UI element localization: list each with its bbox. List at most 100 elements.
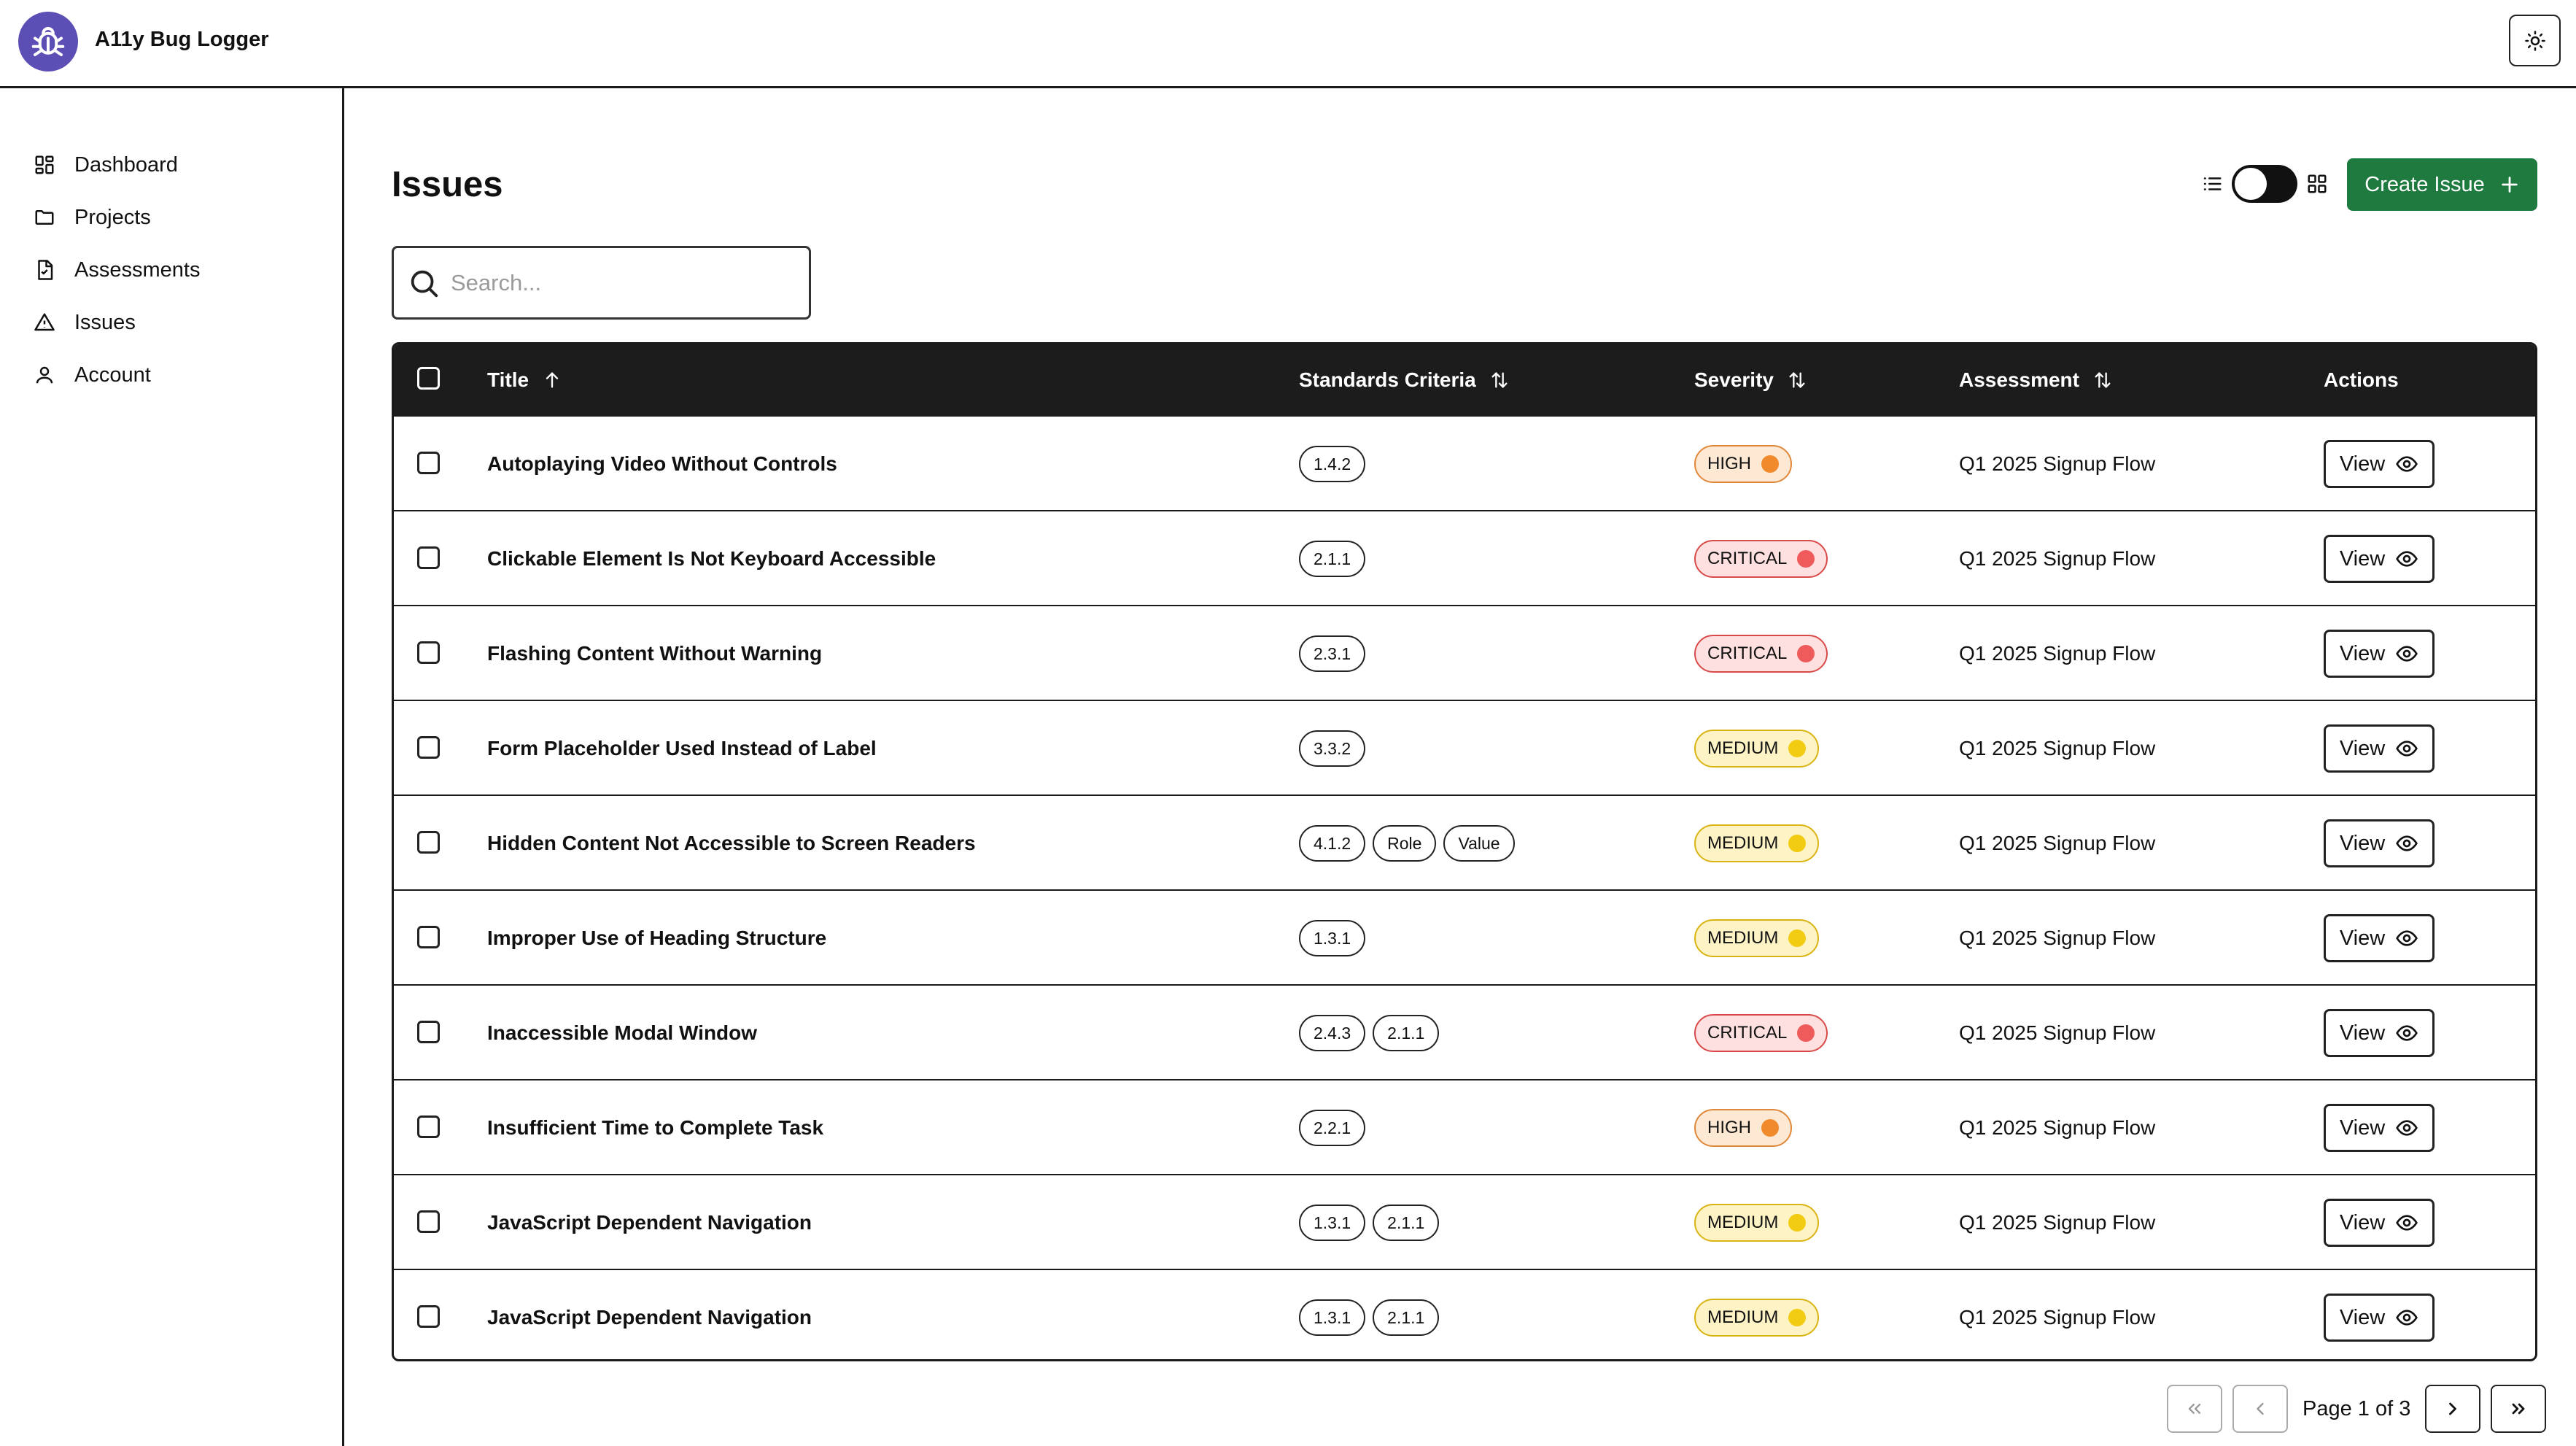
sidebar-item-label: Account xyxy=(74,363,151,387)
table-row: Insufficient Time to Complete Task 2.2.1 H… xyxy=(394,1079,2535,1175)
previous-page-button[interactable] xyxy=(2232,1385,2288,1433)
criteria-pill: 2.2.1 xyxy=(1299,1110,1366,1146)
view-button[interactable]: View xyxy=(2324,1104,2435,1152)
first-page-button[interactable] xyxy=(2167,1385,2222,1433)
criteria-list: 1.3.1 xyxy=(1299,891,1366,986)
issues-table: Title Standards Criteria Severity Assess… xyxy=(392,342,2537,1361)
row-checkbox[interactable] xyxy=(417,546,440,569)
row-checkbox[interactable] xyxy=(417,1116,440,1138)
severity-badge: MEDIUM xyxy=(1694,730,1820,768)
severity-badge: HIGH xyxy=(1694,1109,1792,1147)
column-assessment[interactable]: Assessment xyxy=(1959,344,2113,415)
list-view-icon[interactable] xyxy=(2201,173,2223,195)
criteria-pill: 2.3.1 xyxy=(1299,635,1366,672)
search-input[interactable] xyxy=(451,269,786,296)
view-label: View xyxy=(2339,1210,2386,1234)
row-checkbox[interactable] xyxy=(417,452,440,474)
issue-title: Hidden Content Not Accessible to Screen … xyxy=(487,832,976,854)
issue-title: Flashing Content Without Warning xyxy=(487,642,823,665)
table-row: Clickable Element Is Not Keyboard Access… xyxy=(394,510,2535,605)
next-page-button[interactable] xyxy=(2425,1385,2481,1433)
sort-icon xyxy=(1491,371,1508,388)
grid-view-icon[interactable] xyxy=(2306,173,2328,195)
view-label: View xyxy=(2339,926,2386,950)
severity-dot-icon xyxy=(1788,1309,1807,1326)
row-checkbox[interactable] xyxy=(417,1021,440,1043)
sidebar-item-label: Assessments xyxy=(74,258,201,282)
chevron-left-icon xyxy=(2257,1402,2264,1415)
sidebar-item-issues[interactable]: Issues xyxy=(34,305,136,340)
severity-label: MEDIUM xyxy=(1707,1213,1779,1232)
severity-dot-icon xyxy=(1797,645,1815,662)
view-button[interactable]: View xyxy=(2324,914,2435,962)
row-checkbox[interactable] xyxy=(417,1305,440,1328)
sidebar-item-dashboard[interactable]: Dashboard xyxy=(34,147,178,182)
view-button[interactable]: View xyxy=(2324,819,2435,867)
column-severity[interactable]: Severity xyxy=(1694,344,1807,415)
row-checkbox[interactable] xyxy=(417,1210,440,1233)
actions-cell: View xyxy=(2324,891,2435,986)
criteria-pill: 2.1.1 xyxy=(1299,541,1366,577)
bug-logo-icon[interactable] xyxy=(18,12,78,71)
criteria-list: 2.4.3 2.1.1 xyxy=(1299,986,1440,1080)
column-title-label: Title xyxy=(487,368,529,391)
row-checkbox[interactable] xyxy=(417,831,440,854)
severity-label: CRITICAL xyxy=(1707,1023,1788,1043)
actions-cell: View xyxy=(2324,1080,2435,1175)
eye-icon xyxy=(2396,741,2418,757)
page-title: Issues xyxy=(392,165,503,204)
folder-icon xyxy=(35,210,54,225)
issue-title: Insufficient Time to Complete Task xyxy=(487,1116,824,1139)
plus-icon xyxy=(2501,177,2518,193)
sidebar-item-projects[interactable]: Projects xyxy=(34,200,151,235)
column-assessment-label: Assessment xyxy=(1959,368,2079,391)
issue-title: Clickable Element Is Not Keyboard Access… xyxy=(487,547,936,570)
create-issue-button[interactable]: Create Issue xyxy=(2347,158,2537,211)
eye-icon xyxy=(2396,1215,2418,1231)
sidebar: Dashboard Projects Assessments Issues Ac… xyxy=(0,88,344,1446)
sidebar-item-account[interactable]: Account xyxy=(34,357,151,393)
column-standards-criteria[interactable]: Standards Criteria xyxy=(1299,344,1510,415)
actions-cell: View xyxy=(2324,1270,2435,1359)
view-button[interactable]: View xyxy=(2324,630,2435,678)
assessment-name: Q1 2025 Signup Flow xyxy=(1959,1116,2156,1139)
view-mode-switch[interactable] xyxy=(2232,165,2297,203)
issue-title: Form Placeholder Used Instead of Label xyxy=(487,737,877,759)
criteria-list: 1.4.2 xyxy=(1299,417,1366,511)
table-row: Flashing Content Without Warning 2.3.1 CRI… xyxy=(394,605,2535,700)
actions-cell: View xyxy=(2324,1175,2435,1270)
view-button[interactable]: View xyxy=(2324,1294,2435,1342)
severity-badge: CRITICAL xyxy=(1694,635,1828,673)
view-button[interactable]: View xyxy=(2324,1199,2435,1247)
view-button[interactable]: View xyxy=(2324,440,2435,488)
severity-dot-icon xyxy=(1797,550,1815,568)
severity-label: CRITICAL xyxy=(1707,643,1788,663)
column-actions: Actions xyxy=(2324,344,2399,415)
column-severity-label: Severity xyxy=(1694,368,1774,391)
assessment-name: Q1 2025 Signup Flow xyxy=(1959,1021,2156,1044)
view-label: View xyxy=(2339,831,2386,855)
view-button[interactable]: View xyxy=(2324,724,2435,773)
table-row: Autoplaying Video Without Controls 1.4.2 H… xyxy=(394,415,2535,511)
severity-cell: MEDIUM xyxy=(1694,1175,1820,1270)
view-button[interactable]: View xyxy=(2324,535,2435,583)
row-checkbox[interactable] xyxy=(417,736,440,759)
assessment-name: Q1 2025 Signup Flow xyxy=(1959,1211,2156,1234)
row-checkbox[interactable] xyxy=(417,926,440,948)
row-checkbox[interactable] xyxy=(417,641,440,664)
column-title[interactable]: Title xyxy=(487,344,562,415)
table-row: Improper Use of Heading Structure 1.3.1 ME… xyxy=(394,889,2535,986)
search-icon xyxy=(411,270,438,297)
severity-dot-icon xyxy=(1788,835,1807,852)
eye-icon xyxy=(2396,930,2418,946)
last-page-button[interactable] xyxy=(2491,1385,2547,1433)
criteria-pill: 2.1.1 xyxy=(1373,1205,1440,1241)
severity-cell: MEDIUM xyxy=(1694,891,1820,986)
theme-toggle-button[interactable] xyxy=(2509,15,2561,66)
view-button[interactable]: View xyxy=(2324,1009,2435,1057)
severity-cell: MEDIUM xyxy=(1694,701,1820,796)
criteria-pill: 1.3.1 xyxy=(1299,1205,1366,1241)
criteria-list: 1.3.1 2.1.1 xyxy=(1299,1175,1440,1270)
select-all-checkbox[interactable] xyxy=(417,367,440,390)
sidebar-item-assessments[interactable]: Assessments xyxy=(34,252,200,287)
